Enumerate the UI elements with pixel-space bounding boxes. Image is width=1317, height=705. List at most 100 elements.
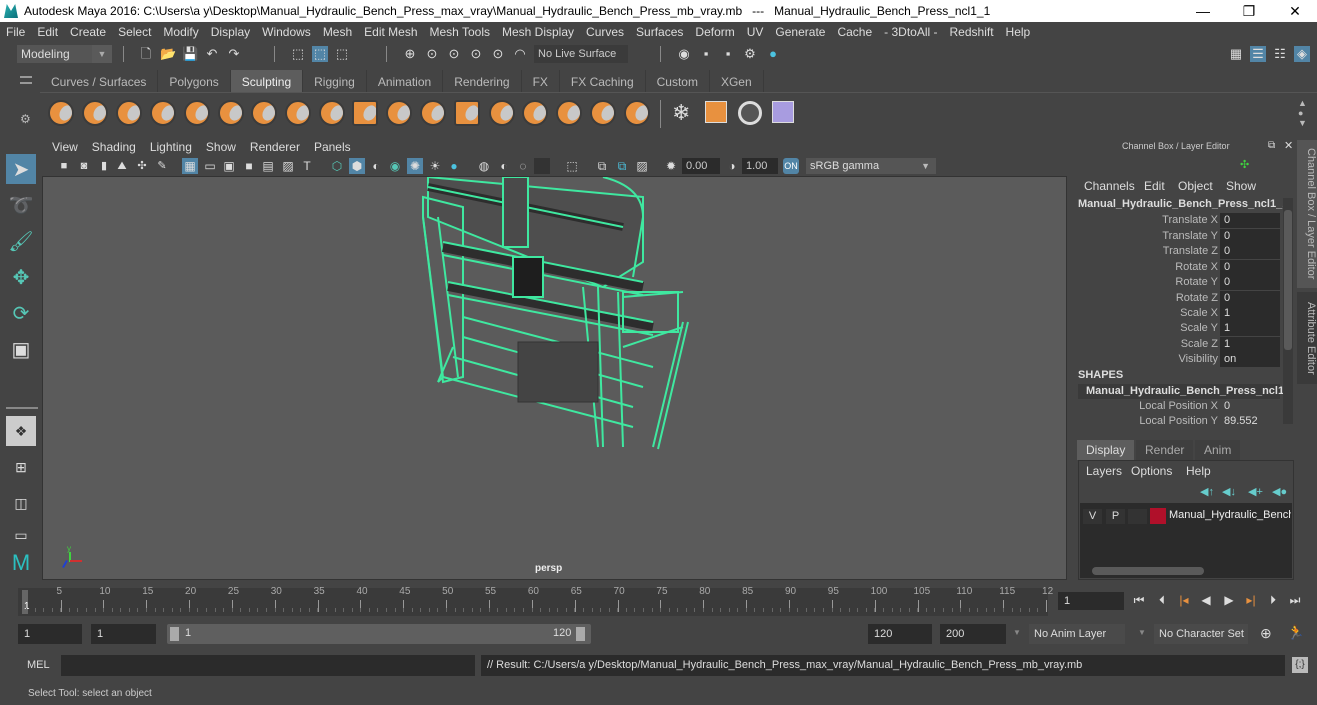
tool-settings-toggle-icon[interactable]: ☷	[1272, 46, 1288, 62]
exposure-field[interactable]: 0.00	[682, 158, 720, 174]
blend-shape-editor-icon[interactable]	[772, 101, 794, 123]
relax-tool-icon[interactable]	[116, 100, 142, 126]
snap-grid-icon[interactable]: ⊕	[402, 46, 418, 62]
layer-display-type-toggle[interactable]	[1128, 509, 1147, 524]
color-space-dropdown[interactable]: sRGB gamma ▼	[806, 158, 936, 174]
step-back-frame-icon[interactable]: ⏴	[1155, 593, 1169, 609]
sculpt-tool-icon[interactable]	[48, 100, 74, 126]
channel-box-menu-object[interactable]: Object	[1178, 179, 1213, 193]
safe-title-icon[interactable]: T	[299, 158, 315, 174]
open-scene-icon[interactable]: 📂	[160, 46, 176, 62]
image-plane-icon[interactable]: ⛰	[114, 158, 130, 174]
menu-create[interactable]: Create	[64, 25, 112, 39]
snap-view-plane-icon[interactable]: ⊙	[468, 46, 484, 62]
attr-value-translate-y[interactable]: 0	[1220, 229, 1280, 244]
attr-value-scale-y[interactable]: 1	[1220, 321, 1280, 336]
menu-windows[interactable]: Windows	[256, 25, 317, 39]
side-tab-attribute-editor[interactable]: Attribute Editor	[1297, 292, 1317, 384]
flatten-tool-icon[interactable]	[218, 100, 244, 126]
command-language-toggle[interactable]: MEL	[27, 659, 50, 671]
outliner-layout-icon[interactable]: ▭	[6, 520, 36, 550]
menu-help[interactable]: Help	[1000, 25, 1037, 39]
viewport-menu-panels[interactable]: Panels	[304, 140, 351, 154]
resolution-gate-icon[interactable]: ▣	[221, 158, 237, 174]
lasso-tool-icon[interactable]: ➰	[6, 190, 36, 220]
attr-value-rotate-x[interactable]: 0	[1220, 260, 1280, 275]
xray-joints-icon[interactable]: ▨	[634, 158, 650, 174]
new-empty-layer-icon[interactable]: ◀+	[1248, 485, 1263, 498]
attr-value-translate-z[interactable]: 0	[1220, 244, 1280, 259]
make-live-icon[interactable]: ◠	[512, 46, 528, 62]
bookmark-icon[interactable]: ▮	[96, 158, 112, 174]
shelf-tab-rendering[interactable]: Rendering	[443, 70, 522, 92]
menu-generate[interactable]: Generate	[769, 25, 831, 39]
attr-value-visibility[interactable]: on	[1220, 352, 1280, 367]
range-slider[interactable]: 1 120	[167, 624, 591, 644]
save-scene-icon[interactable]: 💾	[182, 46, 198, 62]
playback-end-field[interactable]: 120	[868, 624, 932, 644]
smooth-tool-icon[interactable]	[82, 100, 108, 126]
select-hierarchy-icon[interactable]: ⬚	[290, 46, 306, 62]
viewport-menu-renderer[interactable]: Renderer	[240, 140, 300, 154]
shelf-tab-xgen[interactable]: XGen	[709, 70, 764, 92]
layer-name[interactable]: Manual_Hydraulic_Bench	[1169, 509, 1291, 521]
layer-tab-render[interactable]: Render	[1136, 440, 1194, 460]
xray-active-components-icon[interactable]: ⧉	[614, 158, 630, 174]
menu-3dtoall[interactable]: - 3DtoAll -	[878, 25, 943, 39]
shelf-tab-curves-surfaces[interactable]: Curves / Surfaces	[40, 70, 159, 92]
layer-tab-anim[interactable]: Anim	[1195, 440, 1241, 460]
close-panel-icon[interactable]: ✕	[1284, 139, 1293, 152]
selected-object-name[interactable]: Manual_Hydraulic_Bench_Press_ncl1_1	[1078, 198, 1288, 210]
attr-value-rotate-z[interactable]: 0	[1220, 291, 1280, 306]
render-current-frame-icon[interactable]: ▪	[698, 46, 714, 62]
viewport-menu-shading[interactable]: Shading	[82, 140, 136, 154]
layer-menu-layers[interactable]: Layers	[1086, 464, 1122, 478]
layer-visibility-toggle[interactable]: V	[1083, 509, 1102, 524]
step-forward-key-icon[interactable]: ▸|	[1244, 593, 1258, 609]
maximize-button[interactable]: ❐	[1226, 0, 1272, 22]
exposure-icon[interactable]: ✹	[663, 158, 679, 174]
screen-space-ao-icon[interactable]: ◍	[476, 158, 492, 174]
menu-edit[interactable]: Edit	[31, 25, 64, 39]
undo-icon[interactable]: ↶	[204, 46, 220, 62]
wireframe-on-shaded-icon[interactable]: ◉	[387, 158, 403, 174]
hypershade-icon[interactable]: ●	[765, 46, 781, 62]
step-back-key-icon[interactable]: |◂	[1177, 593, 1191, 609]
attr-value-rotate-y[interactable]: 0	[1220, 275, 1280, 290]
rotate-tool-icon[interactable]: ⟳	[6, 298, 36, 328]
shelf-tab-custom[interactable]: Custom	[645, 70, 710, 92]
layer-color-swatch[interactable]	[1150, 508, 1166, 524]
textured-icon[interactable]: ✺	[407, 158, 423, 174]
camera-icon[interactable]: ■	[56, 158, 72, 174]
select-component-icon[interactable]: ⬚	[334, 46, 350, 62]
anim-layer-dropdown[interactable]: No Anim Layer	[1029, 624, 1125, 644]
four-view-layout-icon[interactable]: ⊞	[6, 452, 36, 482]
select-object-icon[interactable]: ⬚	[312, 46, 328, 62]
use-all-lights-icon[interactable]: ☀	[427, 158, 443, 174]
snap-curve-icon[interactable]: ⊙	[424, 46, 440, 62]
perspective-viewport[interactable]: y persp	[42, 176, 1067, 580]
motion-blur-icon[interactable]: ◐	[496, 158, 512, 174]
2d-pan-zoom-icon[interactable]: ✣	[134, 158, 150, 174]
scrollbar-thumb[interactable]	[1092, 567, 1204, 575]
grid-icon[interactable]: ▦	[182, 158, 198, 174]
field-chart-icon[interactable]: ▤	[260, 158, 276, 174]
shelf-tab-fx-caching[interactable]: FX Caching	[559, 70, 646, 92]
safe-action-icon[interactable]: ▨	[280, 158, 296, 174]
play-backwards-icon[interactable]: ◀	[1199, 593, 1213, 609]
menu-uv[interactable]: UV	[741, 25, 770, 39]
layer-playback-toggle[interactable]: P	[1106, 509, 1125, 524]
side-tab-channel-box[interactable]: Channel Box / Layer Editor	[1297, 140, 1317, 288]
snap-surface-icon[interactable]: ⊙	[490, 46, 506, 62]
grease-pencil-icon[interactable]: ✎	[154, 158, 170, 174]
shelf-scroll-icon[interactable]: ▲ ● ▼	[1298, 98, 1307, 128]
minimize-button[interactable]: —	[1180, 0, 1226, 22]
viewport-menu-lighting[interactable]: Lighting	[140, 140, 192, 154]
channel-box-menu-channels[interactable]: Channels	[1084, 179, 1135, 193]
foamy-tool-icon[interactable]	[251, 100, 277, 126]
knife-tool-icon[interactable]	[489, 100, 515, 126]
mesh-display-icon[interactable]	[738, 101, 762, 125]
menu-modify[interactable]: Modify	[157, 25, 204, 39]
new-scene-icon[interactable]: 🗋	[138, 46, 154, 62]
channel-box-toggle-icon[interactable]: ◈	[1294, 46, 1310, 62]
